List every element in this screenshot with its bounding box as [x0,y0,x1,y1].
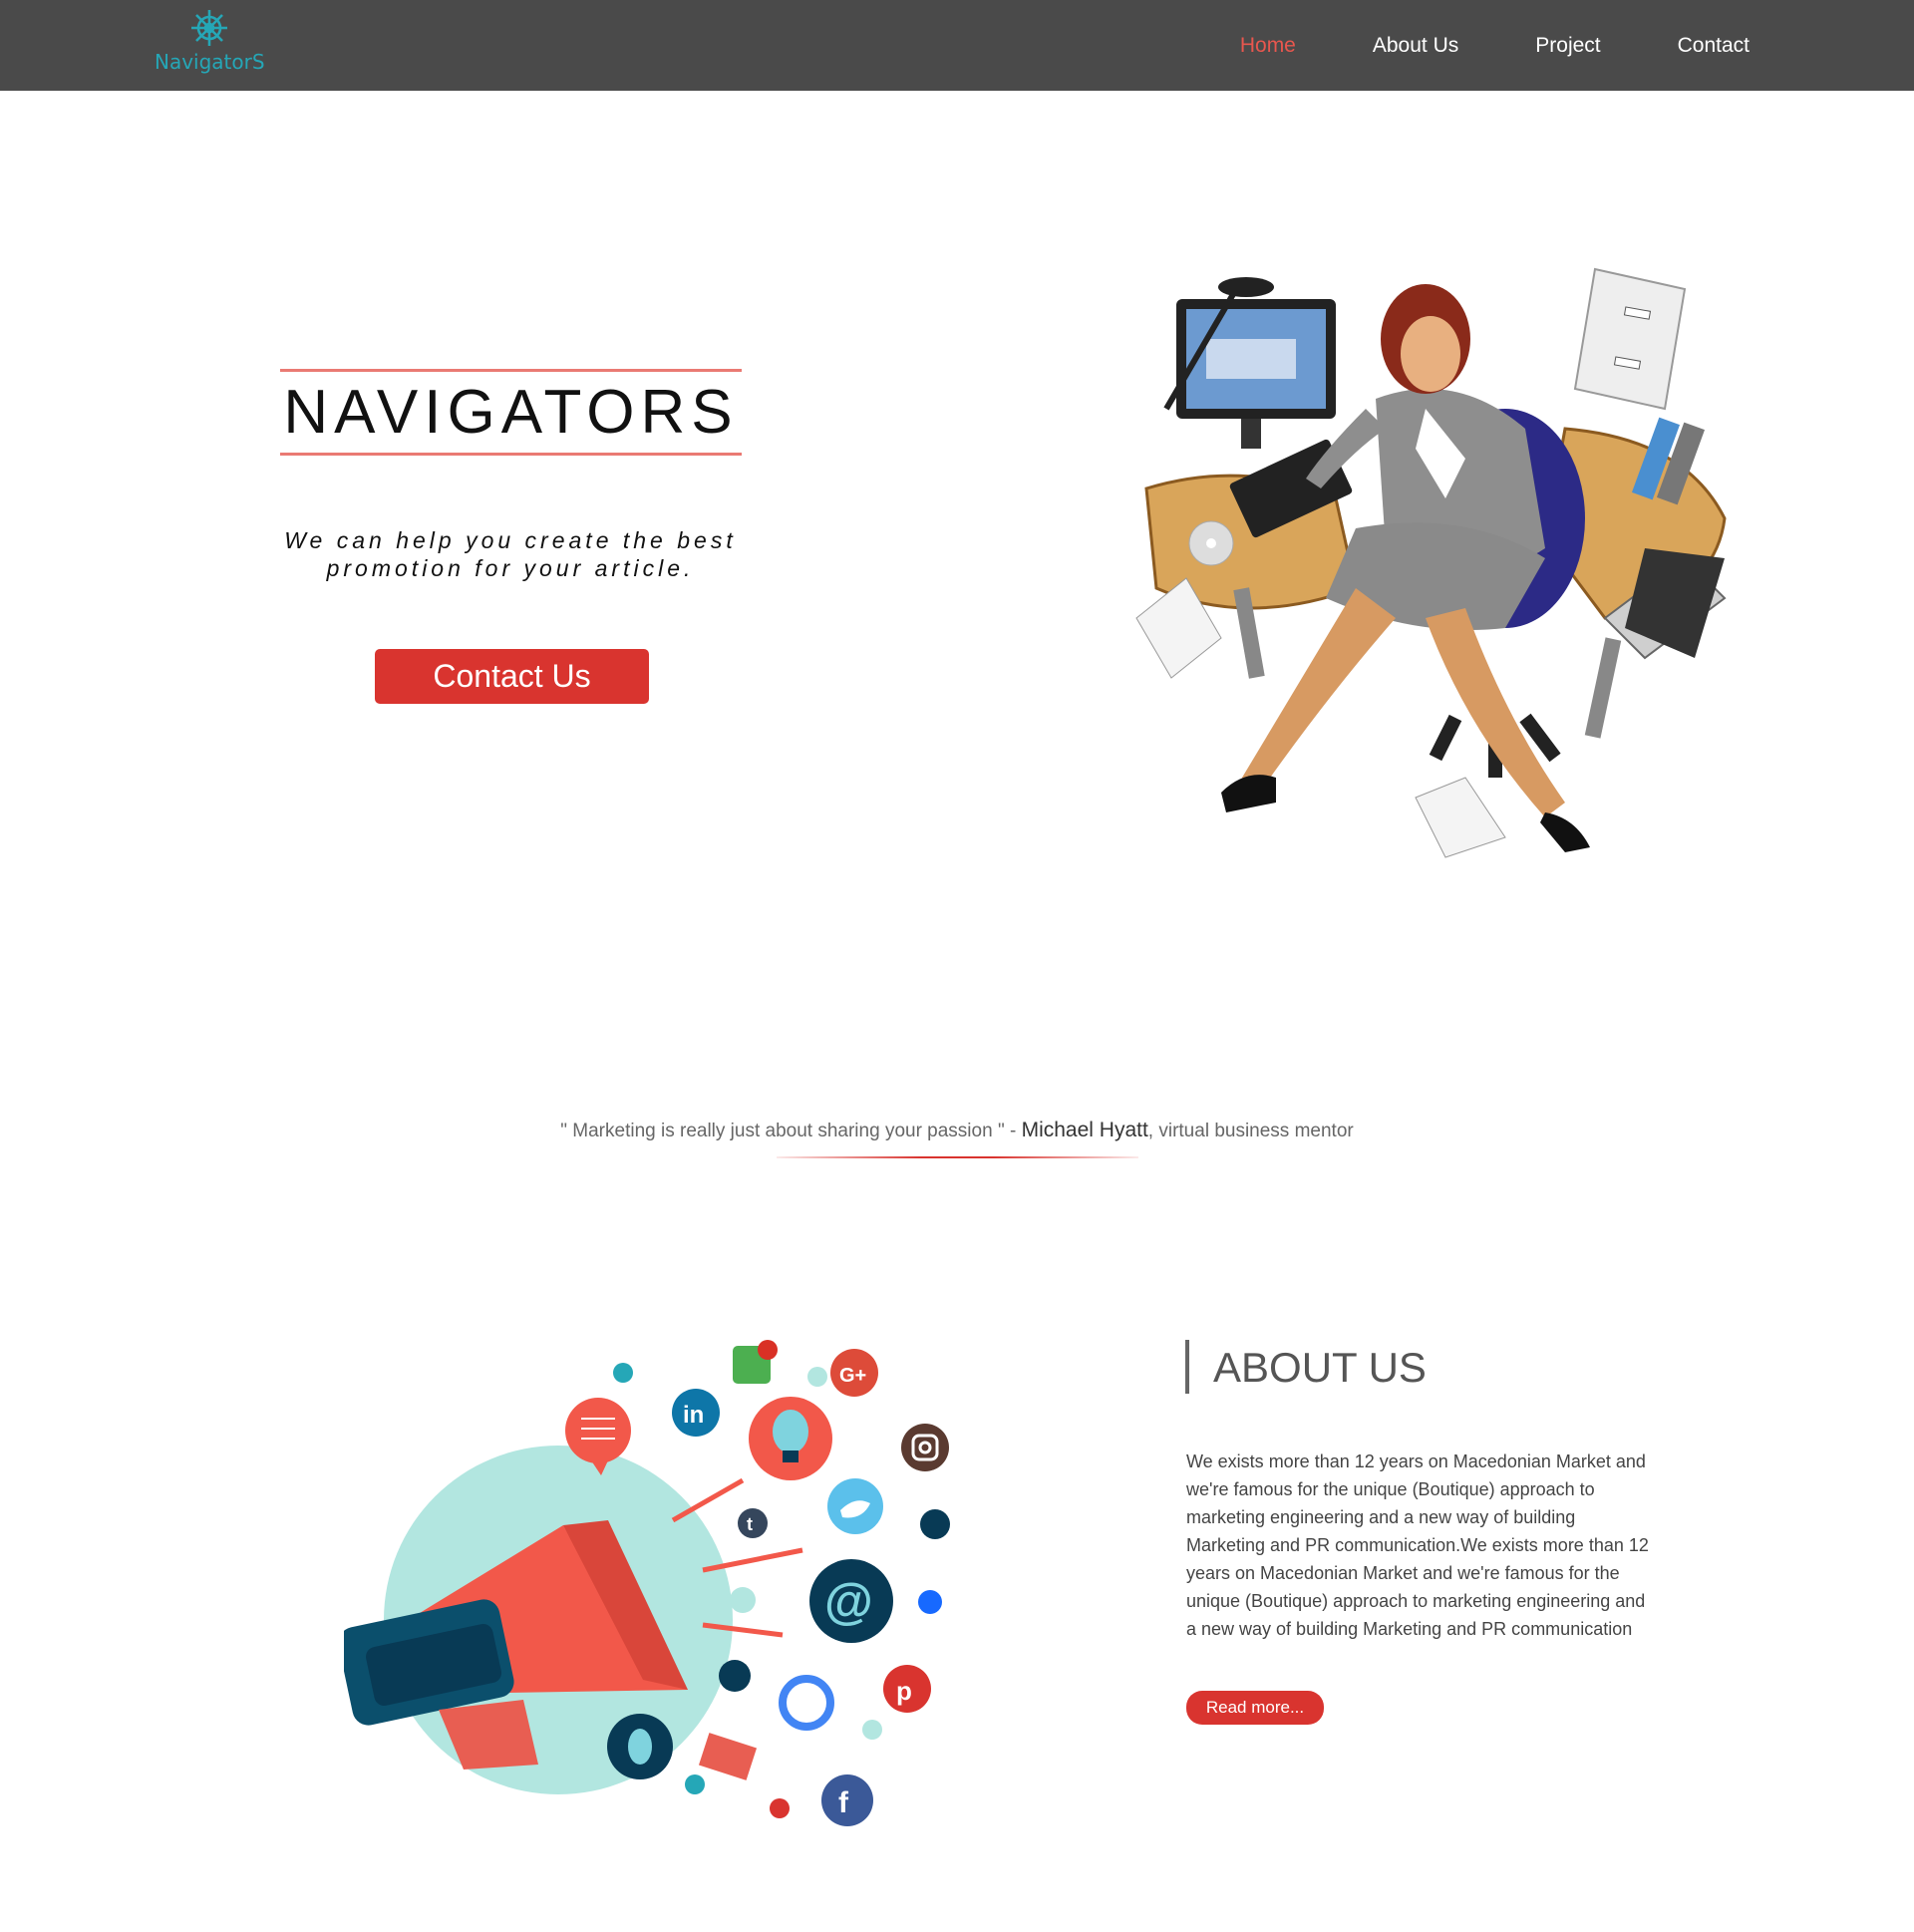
about-title: ABOUT US [1213,1344,1427,1391]
quote-underline [777,1156,1138,1158]
read-more-button[interactable]: Read more... [1186,1691,1324,1725]
nav-contact[interactable]: Contact [1678,34,1750,58]
hero-subtitle-line1: We can help you create the best [284,527,737,553]
quote-role: , virtual business mentor [1147,1121,1354,1141]
main-nav: Home About Us Project Contact [1163,0,1750,91]
hero-title: NAVIGATORS [283,378,739,447]
hero-subtitle-line2: promotion for your article. [326,555,695,581]
svg-text:@: @ [824,1573,873,1629]
svg-text:f: f [838,1786,849,1819]
nav-home[interactable]: Home [1240,34,1296,58]
hero-subtitle: We can help you create the best promotio… [261,526,760,582]
megaphone-social-media-illustration: in G+ t @ p f [344,1340,950,1826]
nav-about-us[interactable]: About Us [1373,34,1458,58]
nav-project[interactable]: Project [1535,34,1600,58]
hero-title-box: NAVIGATORS [280,369,742,456]
logo[interactable]: NavigatorS [155,8,265,82]
businesswoman-desk-illustration [1135,267,1727,858]
quote-author: Michael Hyatt [1021,1119,1148,1141]
quote-text: " Marketing is really just about sharing… [560,1121,1022,1141]
ship-wheel-icon [191,10,227,46]
contact-us-button[interactable]: Contact Us [375,649,649,704]
logo-text: NavigatorS [155,50,265,74]
svg-text:G+: G+ [839,1365,866,1387]
svg-text:p: p [896,1676,912,1706]
about-text: We exists more than 12 years on Macedoni… [1186,1451,1649,1639]
quote: " Marketing is really just about sharing… [0,1119,1914,1142]
top-navbar: NavigatorS Home About Us Project Contact [0,0,1914,91]
svg-text:in: in [683,1402,704,1429]
about-title-bar [1185,1340,1189,1394]
svg-text:t: t [747,1514,753,1534]
